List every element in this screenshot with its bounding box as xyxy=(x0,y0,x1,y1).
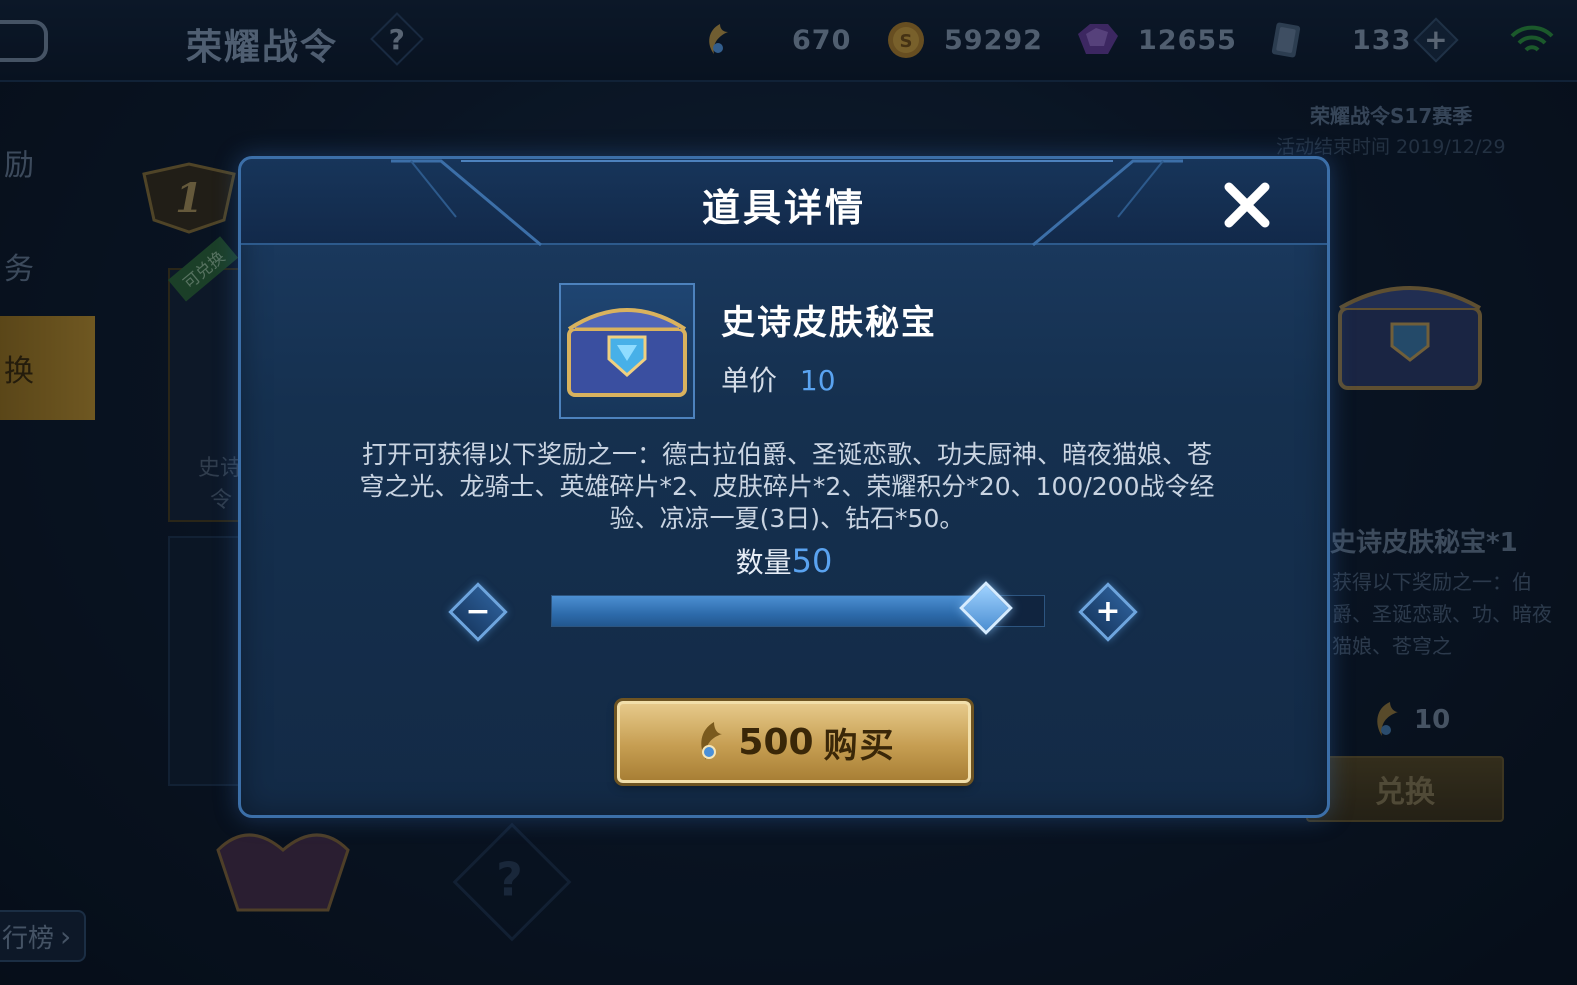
battlepass-token-icon xyxy=(701,722,723,760)
item-name: 史诗皮肤秘宝 xyxy=(721,303,937,343)
quantity-display: 数量50 xyxy=(735,542,833,580)
dialog-title: 道具详情 xyxy=(701,186,866,230)
treasure-chest-icon xyxy=(567,308,687,397)
unit-price: 单价 10 xyxy=(721,364,836,397)
slider-fill xyxy=(552,596,987,626)
buy-button[interactable]: 500 购买 xyxy=(617,701,971,783)
item-detail-dialog: 道具详情 史诗皮肤秘宝 单价 10 打开可获得以下奖励之一：德古拉伯爵、圣诞恋歌… xyxy=(238,156,1330,818)
item-thumbnail xyxy=(559,283,695,419)
close-icon[interactable] xyxy=(1219,177,1275,233)
item-description: 打开可获得以下奖励之一：德古拉伯爵、圣诞恋歌、功夫厨神、暗夜猫娘、苍穹之光、龙骑… xyxy=(359,440,1215,533)
dialog-header: 道具详情 xyxy=(241,159,1327,247)
increase-quantity-button[interactable]: + xyxy=(1078,582,1138,642)
decrease-quantity-button[interactable]: − xyxy=(448,582,508,642)
